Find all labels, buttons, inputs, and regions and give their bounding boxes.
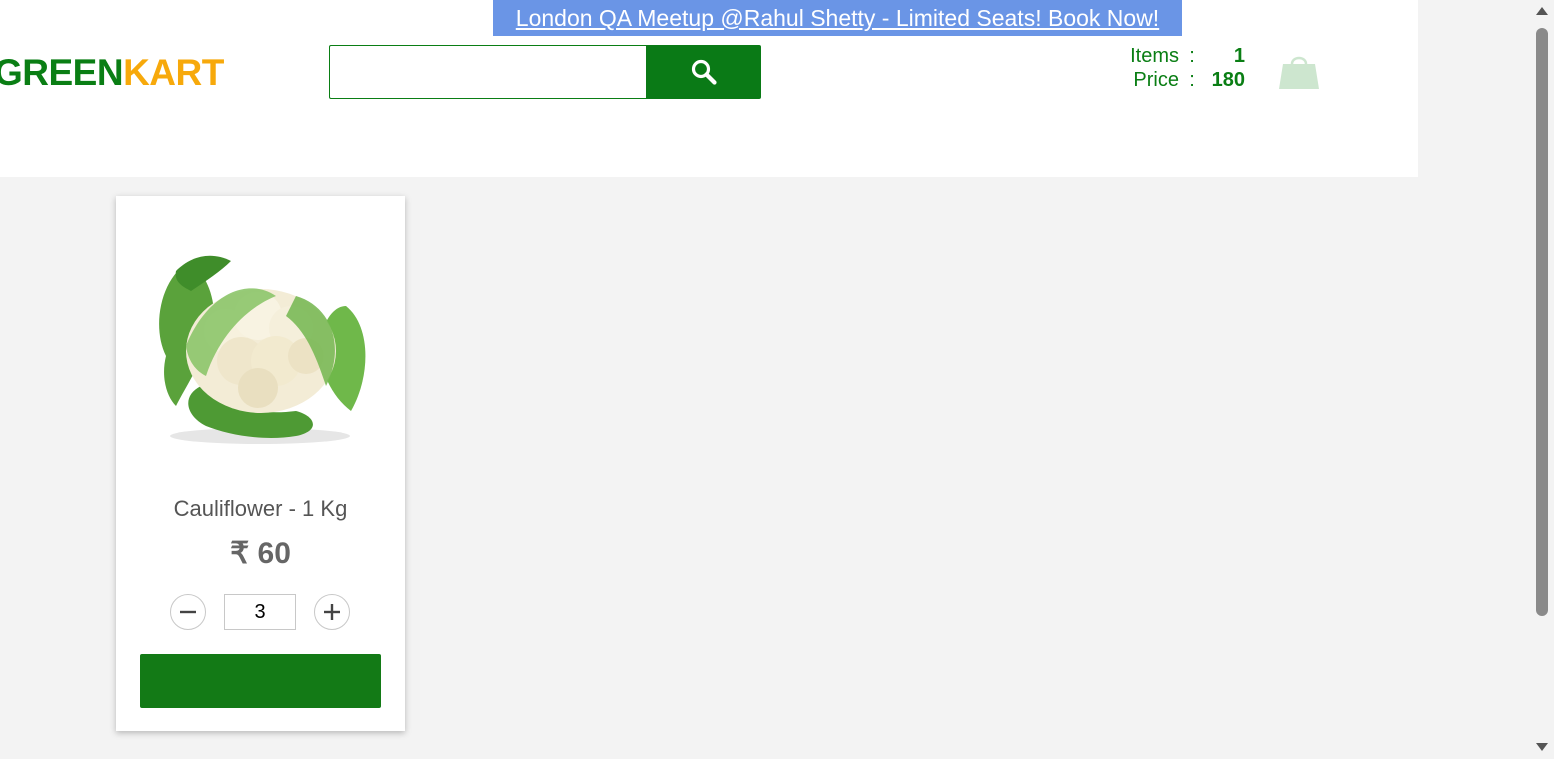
scroll-thumb[interactable] <box>1536 28 1548 616</box>
search-icon <box>691 59 717 85</box>
shopping-bag-icon <box>1279 56 1319 89</box>
product-price: ₹ 60 <box>230 537 291 570</box>
promo-link[interactable]: London QA Meetup @Rahul Shetty - Limited… <box>516 5 1159 32</box>
plus-icon <box>324 604 340 620</box>
header: London QA Meetup @Rahul Shetty - Limited… <box>0 0 1418 177</box>
items-label: Items <box>1130 45 1179 67</box>
decrement-button[interactable] <box>170 594 206 630</box>
scrollbar[interactable] <box>1530 0 1554 759</box>
search-input[interactable] <box>329 45 647 99</box>
scroll-down-arrow-icon[interactable] <box>1536 743 1548 751</box>
scroll-up-arrow-icon[interactable] <box>1536 7 1548 15</box>
product-image <box>159 255 366 444</box>
promo-banner: London QA Meetup @Rahul Shetty - Limited… <box>493 0 1182 36</box>
product-name: Cauliflower - 1 Kg <box>173 496 348 521</box>
cart-summary: Items : 1 Price : 180 <box>1100 44 1245 92</box>
brand-logo-green: GREEN <box>0 52 124 93</box>
price-label: Price <box>1133 69 1179 91</box>
product-card: Cauliflower - 1 Kg ₹ 60 <box>116 196 405 731</box>
brand-logo-kart: KART <box>123 52 224 93</box>
add-to-cart-button[interactable] <box>140 654 381 708</box>
items-count: 1 <box>1233 45 1245 67</box>
search-button[interactable] <box>646 45 761 99</box>
price-separator: : <box>1189 69 1195 91</box>
items-separator: : <box>1189 45 1195 67</box>
minus-icon <box>180 610 196 614</box>
increment-button[interactable] <box>314 594 350 630</box>
price-total: 180 <box>1211 69 1245 91</box>
quantity-input[interactable] <box>224 594 296 630</box>
brand-logo: GREENKART <box>0 52 224 94</box>
cart-icon-button[interactable] <box>1279 52 1319 90</box>
